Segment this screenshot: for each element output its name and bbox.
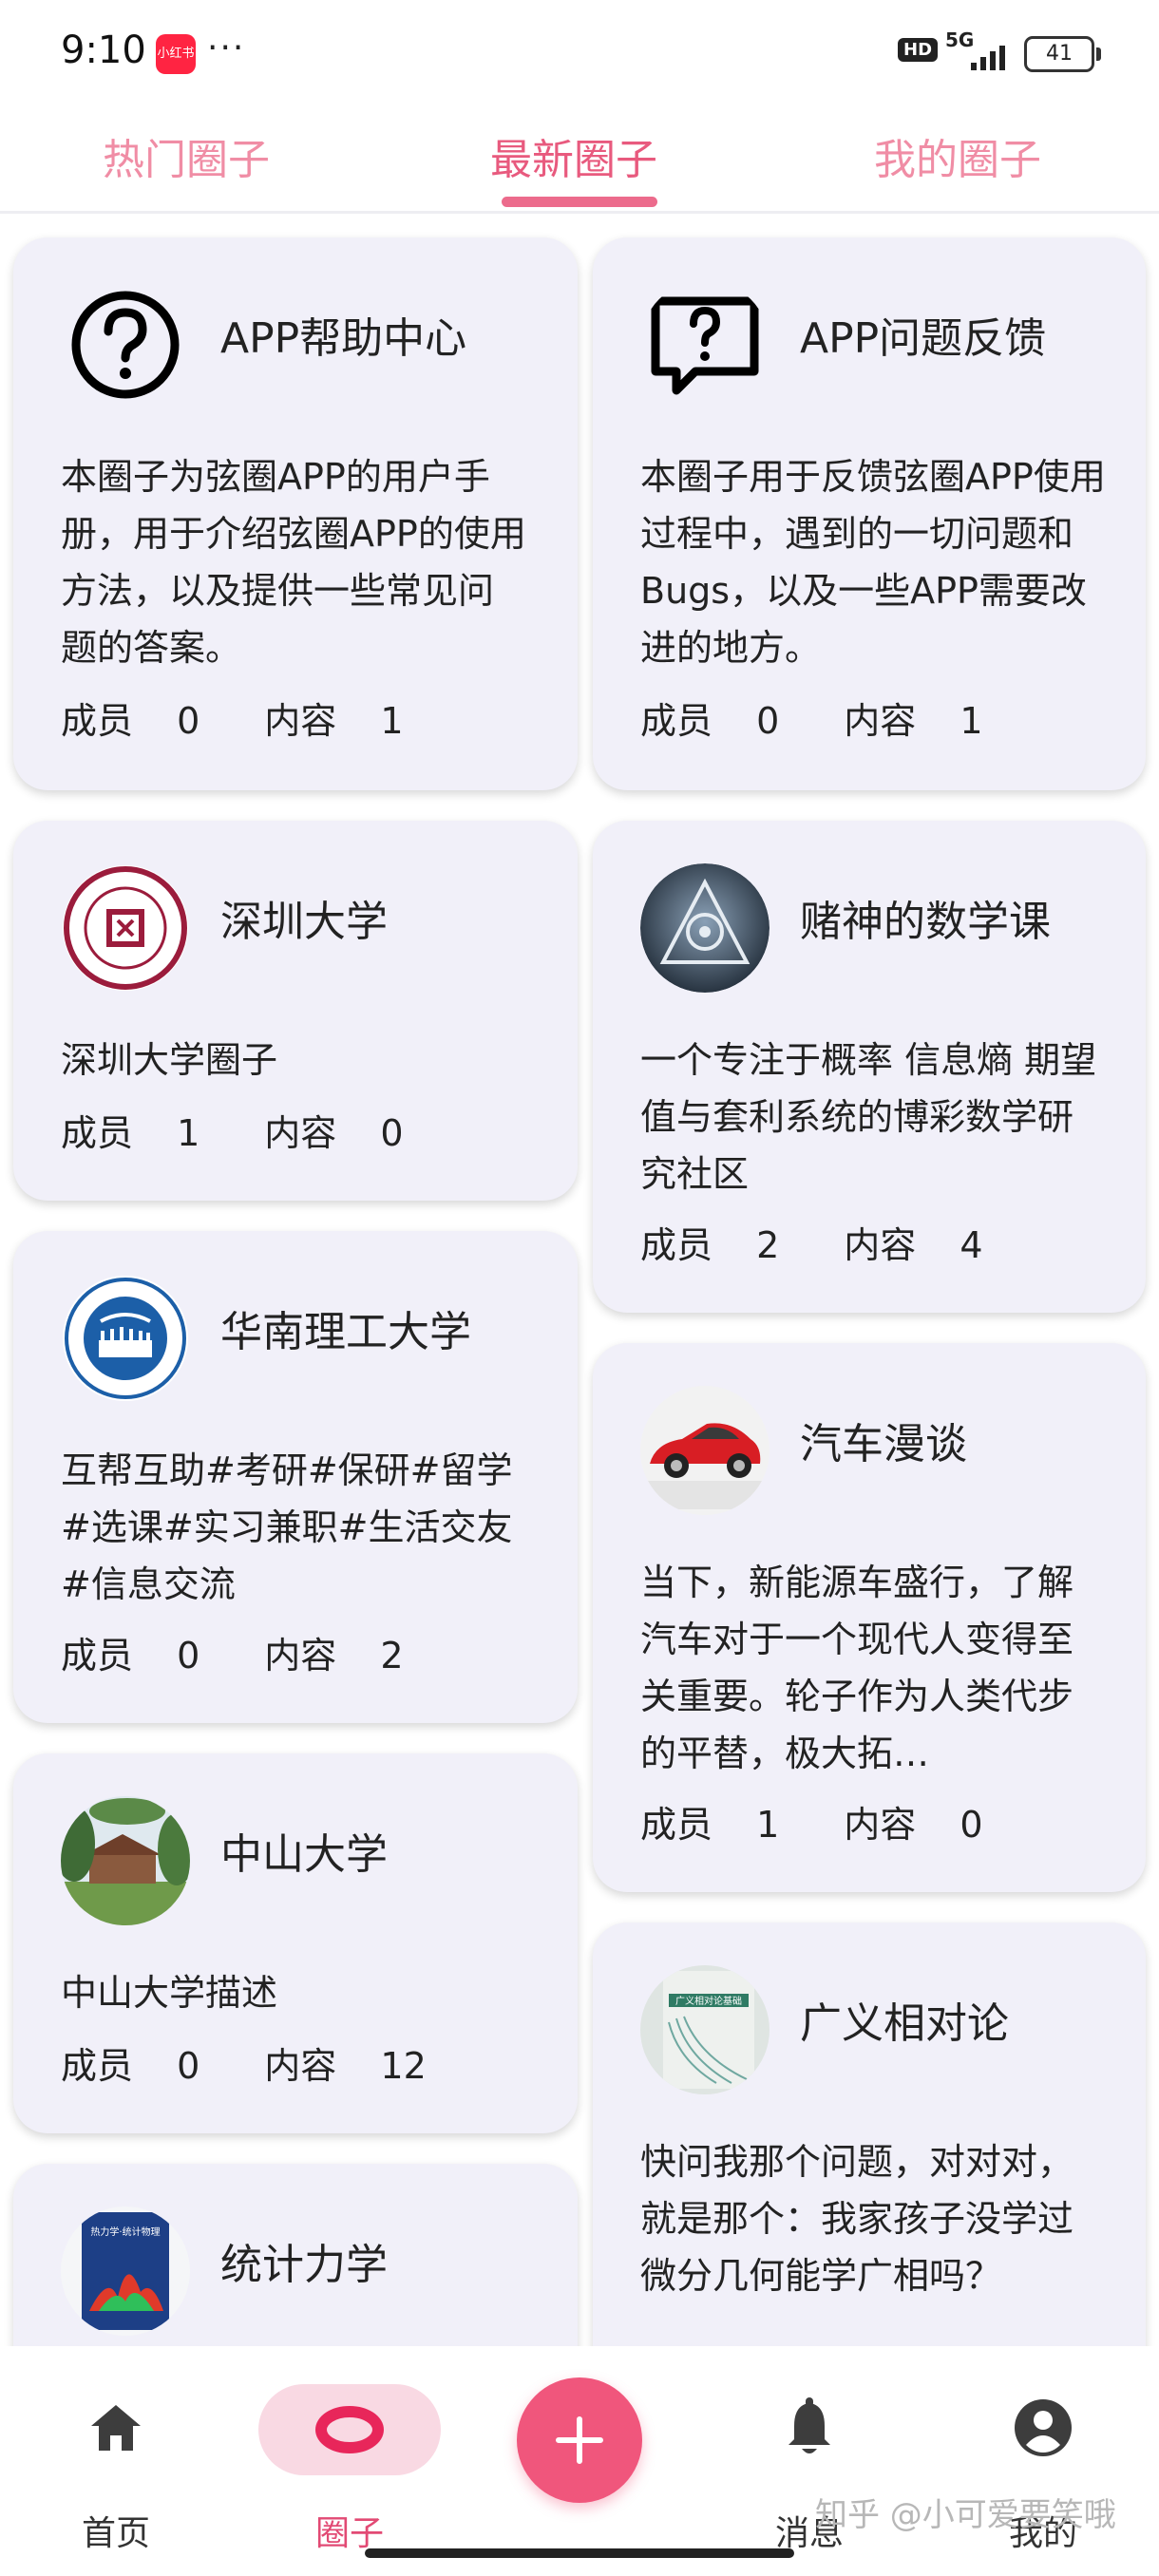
circle-description: 深圳大学圈子 bbox=[61, 1039, 278, 1081]
statistical-mechanics-book-cover: 热力学·统计物理 bbox=[61, 2207, 190, 2336]
red-car-photo bbox=[640, 1386, 770, 1515]
xiaohongshu-notification-icon: 小红书 bbox=[156, 34, 196, 74]
circle-tabs: 热门圈子 最新圈子 我的圈子 bbox=[0, 114, 1159, 214]
tab-my-circles[interactable]: 我的圈子 bbox=[874, 125, 1041, 186]
circle-card-gambling-math[interactable]: 赌神的数学课 一个专注于概率 信息熵 期望值与套利系统的博彩数学研究社区 成员 … bbox=[593, 821, 1146, 1313]
more-notifications-icon: ··· bbox=[207, 28, 246, 67]
circle-description: 当下，新能源车盛行，了解汽车对于一个现代人变得至关重要。轮子作为人类代步的平替，… bbox=[640, 1562, 1074, 1774]
home-icon bbox=[91, 2405, 141, 2451]
circle-card-app-feedback[interactable]: APP问题反馈 本圈子用于反馈弦圈APP使用过程中，遇到的一切问题和Bugs，以… bbox=[593, 237, 1146, 790]
circle-title: 赌神的数学课 bbox=[800, 898, 1051, 946]
circle-title: 统计力学 bbox=[220, 2241, 388, 2289]
tab-latest-circles[interactable]: 最新圈子 bbox=[490, 125, 657, 186]
circle-ring-icon bbox=[315, 2406, 384, 2453]
nav-home-label: 首页 bbox=[81, 2514, 150, 2553]
book-cover-title: 广义相对论基础 bbox=[675, 1995, 742, 2007]
circle-description: 互帮互助#考研#保研#留学#选课#实习兼职#生活交友#信息交流 bbox=[61, 1449, 513, 1605]
bell-icon bbox=[788, 2397, 830, 2453]
member-count: 0 bbox=[177, 1635, 200, 1676]
content-count: 1 bbox=[960, 700, 983, 742]
signal-icon bbox=[971, 46, 1005, 70]
content-count: 12 bbox=[380, 2045, 427, 2087]
circle-description: 本圈子用于反馈弦圈APP使用过程中，遇到的一切问题和Bugs，以及一些APP需要… bbox=[640, 456, 1106, 669]
circle-stats: 成员 1 内容 0 bbox=[640, 1804, 983, 1846]
account-circle-icon bbox=[1015, 2399, 1072, 2456]
circle-title: 中山大学 bbox=[220, 1830, 388, 1879]
plus-icon bbox=[556, 2416, 603, 2464]
member-count: 1 bbox=[177, 1112, 200, 1154]
content-count: 4 bbox=[960, 1224, 983, 1266]
circle-card-shenzhen-university[interactable]: 深圳大学 深圳大学圈子 成员 1 内容 0 bbox=[13, 821, 578, 1201]
triangle-eye-icon bbox=[640, 863, 770, 993]
circle-description: 快问我那个问题，对对对，就是那个：我家孩子没学过微分几何能学广相吗？ bbox=[640, 2141, 1074, 2297]
circle-card-scut[interactable]: 华南理工大学 互帮互助#考研#保研#留学#选课#实习兼职#生活交友#信息交流 成… bbox=[13, 1231, 578, 1723]
sun-yat-sen-campus-photo bbox=[61, 1796, 190, 1925]
question-bubble-icon bbox=[640, 280, 770, 409]
circle-card-app-help[interactable]: APP帮助中心 本圈子为弦圈APP的用户手册，用于介绍弦圈APP的使用方法，以及… bbox=[13, 237, 578, 790]
content-count: 0 bbox=[960, 1804, 983, 1846]
member-count: 0 bbox=[177, 2045, 200, 2087]
member-count: 0 bbox=[756, 700, 780, 742]
status-time: 9:10 bbox=[61, 28, 146, 72]
question-circle-icon bbox=[61, 280, 190, 409]
circle-stats: 成员 2 内容 4 bbox=[640, 1224, 983, 1266]
circle-stats: 成员 1 内容 0 bbox=[61, 1112, 404, 1154]
content-count: 2 bbox=[380, 1635, 404, 1676]
active-tab-indicator bbox=[502, 197, 657, 207]
circle-description: 一个专注于概率 信息熵 期望值与套利系统的博彩数学研究社区 bbox=[640, 1039, 1097, 1195]
gesture-home-bar[interactable] bbox=[365, 2548, 794, 2558]
circle-title: 广义相对论 bbox=[800, 1999, 1009, 2048]
content-count: 0 bbox=[380, 1112, 404, 1154]
circle-card-sun-yat-sen-university[interactable]: 中山大学 中山大学描述 成员 0 内容 12 bbox=[13, 1753, 578, 2133]
tab-hot-circles[interactable]: 热门圈子 bbox=[103, 125, 270, 186]
watermark: 知乎 @小可爱要笑哦 bbox=[815, 2496, 1116, 2534]
battery-icon: 41 bbox=[1024, 36, 1101, 72]
member-count: 2 bbox=[756, 1224, 780, 1266]
circle-stats: 成员 0 内容 1 bbox=[61, 700, 404, 742]
member-count: 0 bbox=[177, 700, 200, 742]
scut-logo bbox=[61, 1274, 190, 1403]
circle-description: 中山大学描述 bbox=[61, 1972, 278, 2014]
create-post-button[interactable] bbox=[517, 2377, 642, 2503]
general-relativity-book-cover: 广义相对论基础 bbox=[640, 1965, 770, 2094]
status-bar: 9:10 小红书 ··· HD 5G 41 bbox=[0, 0, 1159, 104]
shenzhen-university-logo bbox=[61, 863, 190, 993]
circle-card-car-talk[interactable]: 汽车漫谈 当下，新能源车盛行，了解汽车对于一个现代人变得至关重要。轮子作为人类代… bbox=[593, 1343, 1146, 1892]
circle-description: 本圈子为弦圈APP的用户手册，用于介绍弦圈APP的使用方法，以及提供一些常见问题… bbox=[61, 456, 526, 669]
circle-title: 汽车漫谈 bbox=[800, 1420, 967, 1468]
circle-stats: 成员 0 内容 12 bbox=[61, 2045, 427, 2087]
circle-title: APP问题反馈 bbox=[800, 314, 1047, 363]
bottom-navigation: 首页 圈子 消息 我的 bbox=[0, 2346, 1159, 2576]
hd-voice-icon: HD bbox=[898, 38, 939, 62]
member-count: 1 bbox=[756, 1804, 780, 1846]
circle-stats: 成员 0 内容 1 bbox=[640, 700, 983, 742]
book-cover-title: 热力学·统计物理 bbox=[90, 2226, 160, 2238]
circle-title: 深圳大学 bbox=[220, 898, 388, 946]
circle-title: 华南理工大学 bbox=[220, 1308, 471, 1356]
content-count: 1 bbox=[380, 700, 404, 742]
circle-stats: 成员 0 内容 2 bbox=[61, 1635, 404, 1676]
circle-title: APP帮助中心 bbox=[220, 314, 467, 363]
